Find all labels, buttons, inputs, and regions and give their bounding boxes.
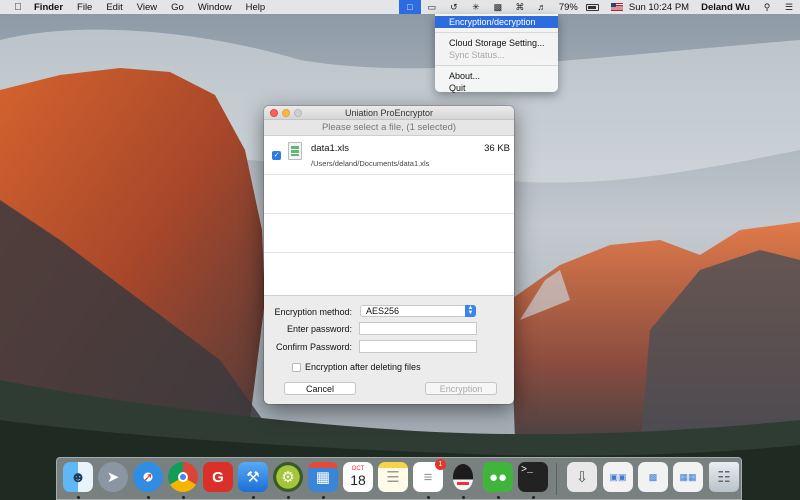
finder-icon[interactable]: ☻	[63, 462, 93, 492]
running-indicator	[287, 496, 290, 499]
menu-view[interactable]: View	[137, 2, 157, 13]
apple-icon[interactable]: 	[12, 2, 24, 13]
terminal-icon[interactable]: >_	[518, 462, 548, 492]
selection-status: Please select a file, (1 selected)	[264, 120, 514, 136]
trash-icon[interactable]: ☷	[709, 462, 739, 492]
notification-center-icon[interactable]: ☰	[778, 0, 800, 14]
close-window-button[interactable]	[270, 109, 278, 117]
airplay-icon[interactable]: ▭	[421, 0, 443, 14]
proencryptor-tray-icon[interactable]: □	[398, 0, 421, 14]
wifi-icon[interactable]: ⌘	[509, 0, 531, 14]
file-path: /Users/deland/Documents/data1.xls	[311, 159, 430, 168]
menu-edit[interactable]: Edit	[106, 2, 122, 13]
zoom-window-button	[294, 109, 302, 117]
minimize-window-button[interactable]	[282, 109, 290, 117]
safari-icon[interactable]: ➚	[133, 462, 163, 492]
menu-go[interactable]: Go	[171, 2, 184, 13]
menu-item-sync-status: Sync Status...	[449, 50, 505, 60]
documents-stack-icon[interactable]: ▣▣	[603, 462, 633, 492]
chrome-icon[interactable]	[168, 462, 198, 492]
file-checkbox[interactable]: ✓	[272, 151, 281, 160]
user-name[interactable]: Deland Wu	[701, 2, 750, 13]
menu-separator	[435, 65, 558, 66]
wechat-icon[interactable]: ●●	[483, 462, 513, 492]
menu-bar:  Finder File Edit View Go Window Help □…	[0, 0, 800, 14]
empty-file-row	[264, 214, 514, 253]
running-indicator	[182, 496, 185, 499]
running-indicator	[252, 496, 255, 499]
cancel-button[interactable]: Cancel	[284, 382, 356, 395]
running-indicator	[532, 496, 535, 499]
running-indicator	[77, 496, 80, 499]
xcode-icon[interactable]: ⚒	[238, 462, 268, 492]
confirm-password-input[interactable]	[359, 340, 477, 353]
android-studio-icon[interactable]: ⚙	[273, 462, 303, 492]
menu-help[interactable]: Help	[246, 2, 266, 13]
encryption-button: Encryption	[425, 382, 497, 395]
file-name: data1.xls	[311, 143, 350, 154]
downloads-stack-icon[interactable]: ⇩	[567, 462, 597, 492]
volume-icon[interactable]: ♬	[531, 0, 553, 14]
encryption-method-value: AES256	[366, 306, 400, 316]
reminders-icon[interactable]: ≡ 1	[413, 459, 446, 492]
password-label: Enter password:	[286, 324, 352, 334]
input-source-flag-icon[interactable]	[610, 3, 623, 11]
menu-item-encryption-decryption[interactable]: Encryption/decryption	[435, 16, 558, 28]
file-size: 36 KB	[484, 143, 510, 154]
running-indicator	[427, 496, 430, 499]
bluetooth-icon[interactable]: ✳	[465, 0, 487, 14]
confirm-password-label: Confirm Password:	[275, 342, 352, 352]
dock: ☻ ➤ ➚ G ⚒ ⚙ ▦ OCT 18 ☰ ≡ 1 ●● >_ ⇩ ▣▣ ▩ ▦…	[56, 457, 742, 500]
reminders-badge: 1	[435, 459, 446, 470]
time-machine-icon[interactable]: ↺	[443, 0, 465, 14]
chevron-up-down-icon: ▲ ▼	[465, 305, 476, 317]
empty-file-row	[264, 253, 514, 292]
notes-icon[interactable]: ☰	[378, 462, 408, 492]
running-indicator	[497, 496, 500, 499]
password-input[interactable]	[359, 322, 477, 335]
wps-office-icon[interactable]: G	[203, 462, 233, 492]
running-indicator	[462, 496, 465, 499]
display-icon[interactable]: ▩	[487, 0, 509, 14]
menu-item-about[interactable]: About...	[435, 70, 558, 82]
menu-item-cloud-storage-setting[interactable]: Cloud Storage Setting...	[435, 37, 558, 49]
encryption-method-label: Encryption method:	[274, 307, 352, 317]
window-titlebar[interactable]: Uniation ProEncryptor	[264, 106, 514, 120]
clock[interactable]: Sun 10:24 PM	[629, 2, 689, 13]
delete-after-encrypt-option[interactable]: Encryption after deleting files	[292, 362, 421, 372]
delete-after-encrypt-label: Encryption after deleting files	[305, 362, 421, 372]
calendar-icon[interactable]: OCT 18	[343, 462, 373, 492]
running-indicator	[322, 496, 325, 499]
file-row[interactable]: ✓ data1.xls /Users/deland/Documents/data…	[264, 136, 514, 175]
empty-file-row	[264, 175, 514, 214]
calendar-day: 18	[350, 472, 366, 488]
menu-file[interactable]: File	[77, 2, 92, 13]
menu-window[interactable]: Window	[198, 2, 232, 13]
file-list: ✓ data1.xls /Users/deland/Documents/data…	[264, 136, 514, 296]
launchpad-icon[interactable]: ➤	[98, 462, 128, 492]
encryption-form: Encryption method: AES256 ▲ ▼ Enter passw…	[264, 296, 514, 404]
delete-after-encrypt-checkbox[interactable]	[292, 362, 301, 372]
proencryptor-window: Uniation ProEncryptor Please select a fi…	[264, 106, 514, 404]
qq-icon[interactable]	[448, 462, 478, 492]
preview-stack-icon[interactable]: ▦▦	[673, 462, 703, 492]
window-title: Uniation ProEncryptor	[344, 108, 434, 118]
spotlight-search-icon[interactable]: ⚲	[756, 0, 778, 14]
menu-item-quit[interactable]: Quit	[435, 82, 558, 94]
dock-separator	[556, 463, 557, 495]
encryption-method-select[interactable]: AES256 ▲ ▼	[360, 305, 476, 317]
battery-percent[interactable]: 79%	[559, 2, 578, 13]
tray-dropdown-menu: Encryption/decryption Cloud Storage Sett…	[435, 14, 558, 94]
battery-icon[interactable]	[585, 3, 599, 11]
status-area: □ ▭ ↺ ✳ ▩ ⌘ ♬ 79% Sun 10:24 PM Deland Wu…	[398, 0, 800, 14]
photo-booth-icon[interactable]: ▦	[308, 462, 338, 492]
running-indicator	[147, 496, 150, 499]
menu-app-name[interactable]: Finder	[34, 2, 63, 13]
screenshot-stack-icon[interactable]: ▩	[638, 462, 668, 492]
menu-separator	[435, 32, 558, 33]
spreadsheet-file-icon	[288, 142, 302, 160]
